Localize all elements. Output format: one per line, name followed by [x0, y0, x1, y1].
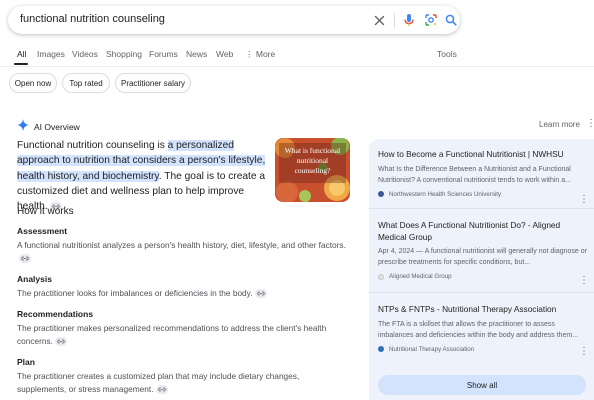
how-it-works-heading: How it works: [17, 206, 74, 217]
source-card[interactable]: How to Become a Functional Nutritionist …: [378, 149, 588, 198]
show-all-button[interactable]: Show all: [378, 375, 586, 395]
ai-overview-summary: Functional nutrition counseling is a per…: [17, 138, 272, 214]
search-divider: [394, 13, 395, 28]
chip-practitioner-salary[interactable]: Practitioner salary: [115, 73, 191, 93]
source-site: Aligned Medical Group: [378, 273, 588, 280]
source-menu-icon[interactable]: ⋮: [579, 276, 589, 286]
thumbnail-caption-line-2: nutritional: [297, 156, 328, 165]
source-snippet: Apr 4, 2024 — A functional nutritionist …: [378, 248, 587, 266]
site-favicon-icon: [378, 191, 384, 197]
source-title[interactable]: How to Become a Functional Nutritionist …: [378, 149, 588, 161]
chip-open-now[interactable]: Open now: [9, 73, 57, 93]
citation-link-icon[interactable]: [54, 337, 67, 347]
clear-icon[interactable]: [370, 11, 388, 29]
nav-divider: [0, 66, 594, 67]
tab-all[interactable]: All: [17, 49, 26, 59]
step-title-plan: Plan: [17, 357, 35, 367]
lens-icon[interactable]: [422, 11, 440, 29]
source-site: Nutritional Therapy Association: [378, 346, 588, 353]
source-menu-icon[interactable]: ⋮: [579, 195, 589, 205]
source-menu-icon[interactable]: ⋮: [579, 347, 589, 357]
step-body-analysis: The practitioner looks for imbalances or…: [17, 287, 347, 300]
source-site-name: Nutritional Therapy Association: [389, 345, 475, 353]
source-site: Northwestern Health Sciences University: [378, 191, 588, 198]
summary-text-start: Functional nutrition counseling is: [17, 140, 168, 151]
learn-more-link[interactable]: Learn more: [539, 120, 580, 129]
source-title[interactable]: What Does A Functional Nutritionist Do? …: [378, 220, 588, 243]
step-title-recommendations: Recommendations: [17, 309, 94, 319]
ai-overview-title: AI Overview: [34, 122, 80, 132]
tab-news[interactable]: News: [186, 49, 207, 59]
ai-overview-thumbnail[interactable]: What is functional nutritional counselin…: [275, 138, 350, 202]
tab-web[interactable]: Web: [216, 49, 233, 59]
site-favicon-icon: [378, 346, 384, 352]
search-icon[interactable]: [442, 11, 460, 29]
tab-more[interactable]: ⋮ More: [245, 49, 275, 60]
tab-more-label: More: [255, 49, 276, 59]
ai-overview-menu-icon[interactable]: ⋮: [586, 119, 594, 129]
tab-images[interactable]: Images: [37, 49, 65, 59]
source-title[interactable]: NTPs & FNTPs - Nutritional Therapy Assoc…: [378, 304, 588, 316]
search-input[interactable]: functional nutrition counseling: [20, 13, 165, 25]
active-tab-indicator: [14, 63, 28, 65]
step-body-assessment-text: A functional nutritionist analyzes a per…: [17, 240, 346, 250]
source-snippet: The FTA is a skillset that allows the pr…: [378, 320, 579, 339]
tab-forums[interactable]: Forums: [149, 49, 178, 59]
source-card[interactable]: What Does A Functional Nutritionist Do? …: [378, 220, 588, 280]
tab-shopping[interactable]: Shopping: [106, 49, 142, 59]
tab-videos[interactable]: Videos: [72, 49, 98, 59]
search-tabs: All Images Videos Shopping Forums News W…: [0, 46, 594, 66]
search-bar[interactable]: functional nutrition counseling: [8, 6, 460, 34]
tools-button[interactable]: Tools: [437, 49, 457, 59]
site-favicon-icon: [378, 273, 384, 280]
more-dots-icon: ⋮: [245, 49, 254, 59]
ai-overview-header: AI Overview: [17, 118, 80, 136]
citation-link-icon[interactable]: [155, 385, 168, 395]
citation-link-icon[interactable]: [19, 254, 31, 264]
thumbnail-caption-line-3: counseling?: [295, 166, 331, 175]
chip-top-rated[interactable]: Top rated: [62, 73, 110, 93]
source-divider: [369, 292, 594, 293]
step-body-analysis-text: The practitioner looks for imbalances or…: [17, 288, 253, 298]
step-body-recommendations: The practitioner makes personalized reco…: [17, 322, 347, 348]
step-title-analysis: Analysis: [17, 274, 52, 284]
citation-link-icon[interactable]: [254, 289, 267, 299]
step-body-plan: The practitioner creates a customized pl…: [17, 370, 347, 396]
step-body-assessment: A functional nutritionist analyzes a per…: [17, 239, 347, 265]
microphone-icon[interactable]: [400, 11, 418, 29]
source-divider: [369, 208, 594, 209]
sparkle-icon: [17, 118, 29, 136]
source-site-name: Aligned Medical Group: [389, 273, 452, 280]
source-snippet: What Is the Difference Between a Nutriti…: [378, 165, 571, 184]
thumbnail-caption-line-1: What is functional: [285, 146, 340, 155]
source-card[interactable]: NTPs & FNTPs - Nutritional Therapy Assoc…: [378, 304, 588, 353]
source-site-name: Northwestern Health Sciences University: [389, 190, 502, 198]
step-title-assessment: Assessment: [17, 226, 68, 236]
